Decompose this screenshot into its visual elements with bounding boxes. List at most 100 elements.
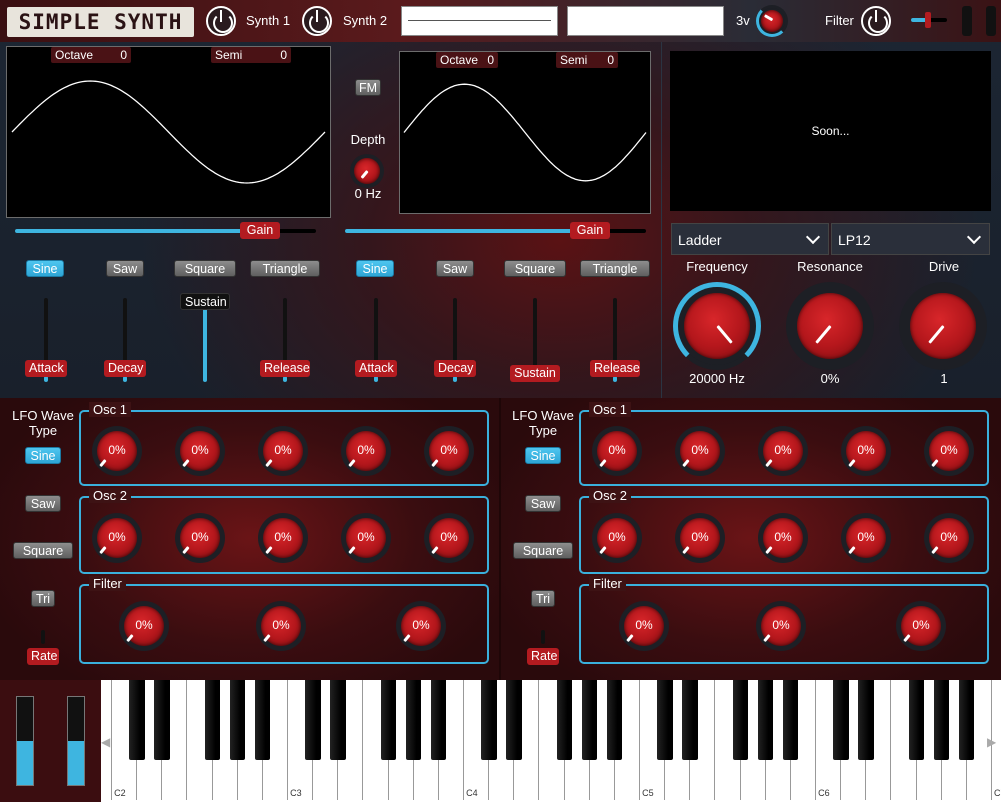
lfo2-osc1-knob[interactable]: 0% <box>924 426 974 476</box>
black-key[interactable] <box>330 680 346 760</box>
osc1-semi-box[interactable]: Semi 0 <box>211 47 291 63</box>
osc2-square-button[interactable]: Square <box>504 260 566 277</box>
preset-name-field[interactable] <box>401 6 558 36</box>
lfo1-rate-slider[interactable] <box>41 630 45 644</box>
lfo1-tri-button[interactable]: Tri <box>31 590 55 607</box>
lfo1-osc1-knob[interactable]: 0% <box>258 426 308 476</box>
black-key[interactable] <box>933 680 950 760</box>
lfo1-saw-button[interactable]: Saw <box>25 495 61 512</box>
osc1-triangle-button[interactable]: Triangle <box>250 260 320 277</box>
lfo1-osc2-knob[interactable]: 0% <box>175 513 225 563</box>
osc1-square-button[interactable]: Square <box>174 260 236 277</box>
piano-keyboard[interactable]: C2 C3 C4 C5 C6 C7 <box>101 680 1001 802</box>
osc2-gain-label[interactable]: Gain <box>570 222 610 239</box>
synth2-power-icon[interactable] <box>302 6 332 36</box>
scroll-right-icon[interactable]: ▶ <box>987 735 996 749</box>
black-key[interactable] <box>833 680 849 760</box>
osc2-octave-box[interactable]: Octave 0 <box>436 52 498 68</box>
lfo2-filter-knob[interactable]: 0% <box>756 601 806 651</box>
black-key[interactable] <box>682 680 698 760</box>
lfo1-square-button[interactable]: Square <box>13 542 73 559</box>
osc1-attack-label[interactable]: Attack <box>25 360 67 377</box>
lfo2-tri-button[interactable]: Tri <box>531 590 555 607</box>
lfo2-osc1-knob[interactable]: 0% <box>675 426 725 476</box>
black-key[interactable] <box>305 680 321 760</box>
black-key[interactable] <box>556 680 573 760</box>
lfo2-osc2-knob[interactable]: 0% <box>841 513 891 563</box>
black-key[interactable] <box>430 680 447 760</box>
lfo2-osc2-knob[interactable]: 0% <box>592 513 642 563</box>
black-key[interactable] <box>581 680 598 760</box>
osc1-sine-button[interactable]: Sine <box>26 260 64 277</box>
fm-depth-knob[interactable] <box>350 154 384 188</box>
black-key[interactable] <box>229 680 246 760</box>
lfo2-sine-button[interactable]: Sine <box>525 447 561 464</box>
lfo2-rate-slider[interactable] <box>541 630 545 644</box>
lfo2-osc1-knob[interactable]: 0% <box>592 426 642 476</box>
filter-mode-dropdown[interactable]: LP12 <box>831 223 990 255</box>
lfo2-osc1-knob[interactable]: 0% <box>841 426 891 476</box>
black-key[interactable] <box>757 680 774 760</box>
frequency-knob[interactable] <box>673 282 761 370</box>
black-key[interactable] <box>204 680 221 760</box>
lfo1-osc1-knob[interactable]: 0% <box>424 426 474 476</box>
voices-knob[interactable] <box>756 5 788 37</box>
master-slider-thumb[interactable] <box>925 12 931 28</box>
lfo1-osc1-knob[interactable]: 0% <box>175 426 225 476</box>
drive-knob[interactable] <box>899 282 987 370</box>
black-key[interactable] <box>506 680 522 760</box>
lfo1-sine-button[interactable]: Sine <box>25 447 61 464</box>
filter-type-dropdown[interactable]: Ladder <box>671 223 829 255</box>
osc2-attack-label[interactable]: Attack <box>355 360 397 377</box>
lfo2-filter-knob[interactable]: 0% <box>896 601 946 651</box>
lfo1-osc1-knob[interactable]: 0% <box>92 426 142 476</box>
lfo2-osc2-knob[interactable]: 0% <box>924 513 974 563</box>
lfo1-osc1-knob[interactable]: 0% <box>341 426 391 476</box>
black-key[interactable] <box>154 680 170 760</box>
osc1-decay-label[interactable]: Decay <box>104 360 146 377</box>
osc2-sine-button[interactable]: Sine <box>356 260 394 277</box>
lfo1-osc2-knob[interactable]: 0% <box>92 513 142 563</box>
lfo2-rate-label[interactable]: Rate <box>527 648 559 665</box>
osc2-sustain-label[interactable]: Sustain <box>510 365 560 382</box>
scroll-left-icon[interactable]: ◀ <box>101 735 110 749</box>
master-slider[interactable] <box>911 12 947 28</box>
osc1-octave-box[interactable]: Octave 0 <box>51 47 131 63</box>
filter-power-icon[interactable] <box>861 6 891 36</box>
osc1-release-label[interactable]: Release <box>260 360 310 377</box>
lfo1-osc2-knob[interactable]: 0% <box>341 513 391 563</box>
black-key[interactable] <box>380 680 397 760</box>
lfo2-osc2-knob[interactable]: 0% <box>675 513 725 563</box>
lfo1-osc2-knob[interactable]: 0% <box>258 513 308 563</box>
osc2-semi-box[interactable]: Semi 0 <box>556 52 618 68</box>
lfo2-osc1-knob[interactable]: 0% <box>758 426 808 476</box>
osc1-saw-button[interactable]: Saw <box>106 260 144 277</box>
synth1-power-icon[interactable] <box>206 6 236 36</box>
lfo1-rate-label[interactable]: Rate <box>27 648 59 665</box>
lfo1-filter-knob[interactable]: 0% <box>396 601 446 651</box>
osc2-triangle-button[interactable]: Triangle <box>580 260 650 277</box>
black-key[interactable] <box>129 680 145 760</box>
black-key[interactable] <box>481 680 497 760</box>
fm-button[interactable]: FM <box>355 79 381 96</box>
black-key[interactable] <box>657 680 673 760</box>
lfo2-osc2-knob[interactable]: 0% <box>758 513 808 563</box>
osc2-saw-button[interactable]: Saw <box>436 260 474 277</box>
lfo1-filter-knob[interactable]: 0% <box>256 601 306 651</box>
black-key[interactable] <box>405 680 422 760</box>
black-key[interactable] <box>732 680 749 760</box>
black-key[interactable] <box>958 680 975 760</box>
lfo2-square-button[interactable]: Square <box>513 542 573 559</box>
osc1-gain-label[interactable]: Gain <box>240 222 280 239</box>
black-key[interactable] <box>254 680 271 760</box>
lfo1-osc2-knob[interactable]: 0% <box>424 513 474 563</box>
resonance-knob[interactable] <box>786 282 874 370</box>
black-key[interactable] <box>606 680 623 760</box>
preset-select-field[interactable] <box>567 6 724 36</box>
osc1-sustain-label[interactable]: Sustain <box>180 293 230 310</box>
black-key[interactable] <box>858 680 874 760</box>
black-key[interactable] <box>908 680 925 760</box>
lfo2-saw-button[interactable]: Saw <box>525 495 561 512</box>
osc2-release-label[interactable]: Release <box>590 360 640 377</box>
black-key[interactable] <box>782 680 799 760</box>
